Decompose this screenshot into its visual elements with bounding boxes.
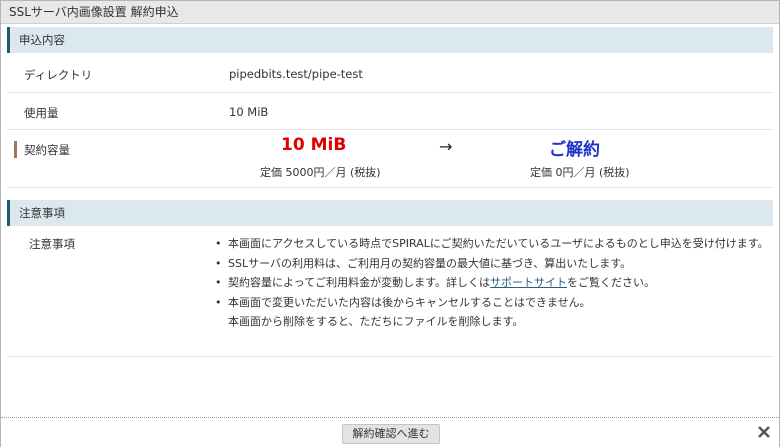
note-item: • SSLサーバの利用料は、ご利用月の契約容量の最大値に基づき、算出いたします。: [215, 254, 775, 274]
capacity-row: 契約容量 10 MiB 定価 5000円／月 (税抜) → ご解約 定価 0円／…: [7, 130, 773, 188]
new-capacity: ご解約: [549, 140, 600, 160]
application-section-header: 申込内容: [7, 27, 773, 53]
arrow-right-icon: →: [439, 137, 453, 156]
note-text: 本画面から削除をすると、ただちにファイルを削除します。: [228, 315, 524, 328]
note-item: • 本画面で変更いただいた内容は後からキャンセルすることはできません。 本画面か…: [215, 293, 775, 332]
note-text: 契約容量によってご利用料金が変動します。詳しくは: [228, 276, 491, 289]
notes-list: • 本画面にアクセスしている時点でSPIRALにご契約いただいているユーザによる…: [215, 234, 775, 332]
note-text: 本画面で変更いただいた内容は後からキャンセルすることはできません。: [228, 295, 591, 309]
notes-label: 注意事項: [29, 237, 75, 251]
proceed-to-cancel-confirmation-button[interactable]: 解約確認へ進む: [342, 424, 440, 444]
bullet-icon: •: [215, 237, 222, 250]
support-site-link[interactable]: サポートサイト: [490, 276, 567, 289]
current-price: 定価 5000円／月 (税抜): [260, 166, 381, 179]
capacity-accent-bar: [14, 141, 17, 158]
notes-section-header: 注意事項: [7, 200, 773, 226]
capacity-label: 契約容量: [24, 143, 70, 157]
directory-label: ディレクトリ: [24, 68, 93, 82]
bullet-icon: •: [215, 295, 222, 309]
usage-value: 10 MiB: [229, 105, 269, 119]
close-icon[interactable]: [756, 424, 772, 440]
usage-label: 使用量: [24, 106, 59, 120]
dialog-window: SSLサーバ内画像設置 解約申込 申込内容 ディレクトリ pipedbits.t…: [0, 0, 780, 447]
bullet-icon: •: [215, 256, 222, 270]
note-text: SSLサーバの利用料は、ご利用月の契約容量の最大値に基づき、算出いたします。: [228, 256, 632, 270]
current-capacity: 10 MiB: [281, 135, 347, 155]
window-title: SSLサーバ内画像設置 解約申込: [1, 1, 779, 24]
directory-row: ディレクトリ pipedbits.test/pipe-test: [7, 53, 773, 93]
note-item: • 本画面にアクセスしている時点でSPIRALにご契約いただいているユーザによる…: [215, 234, 775, 254]
directory-value: pipedbits.test/pipe-test: [229, 67, 363, 81]
main-content: 申込内容 ディレクトリ pipedbits.test/pipe-test 使用量…: [7, 27, 773, 357]
dialog-footer: 解約確認へ進む: [1, 417, 779, 447]
note-item: • 契約容量によってご利用料金が変動します。詳しくはサポートサイトをご覧ください…: [215, 273, 775, 293]
note-text: をご覧ください。: [567, 276, 656, 289]
new-price: 定価 0円／月 (税抜): [530, 166, 630, 179]
bullet-icon: •: [215, 276, 222, 289]
usage-row: 使用量 10 MiB: [7, 93, 773, 130]
note-text: 本画面にアクセスしている時点でSPIRALにご契約いただいているユーザによるもの…: [228, 237, 769, 250]
notes-row: 注意事項 • 本画面にアクセスしている時点でSPIRALにご契約いただいているユ…: [7, 226, 773, 357]
